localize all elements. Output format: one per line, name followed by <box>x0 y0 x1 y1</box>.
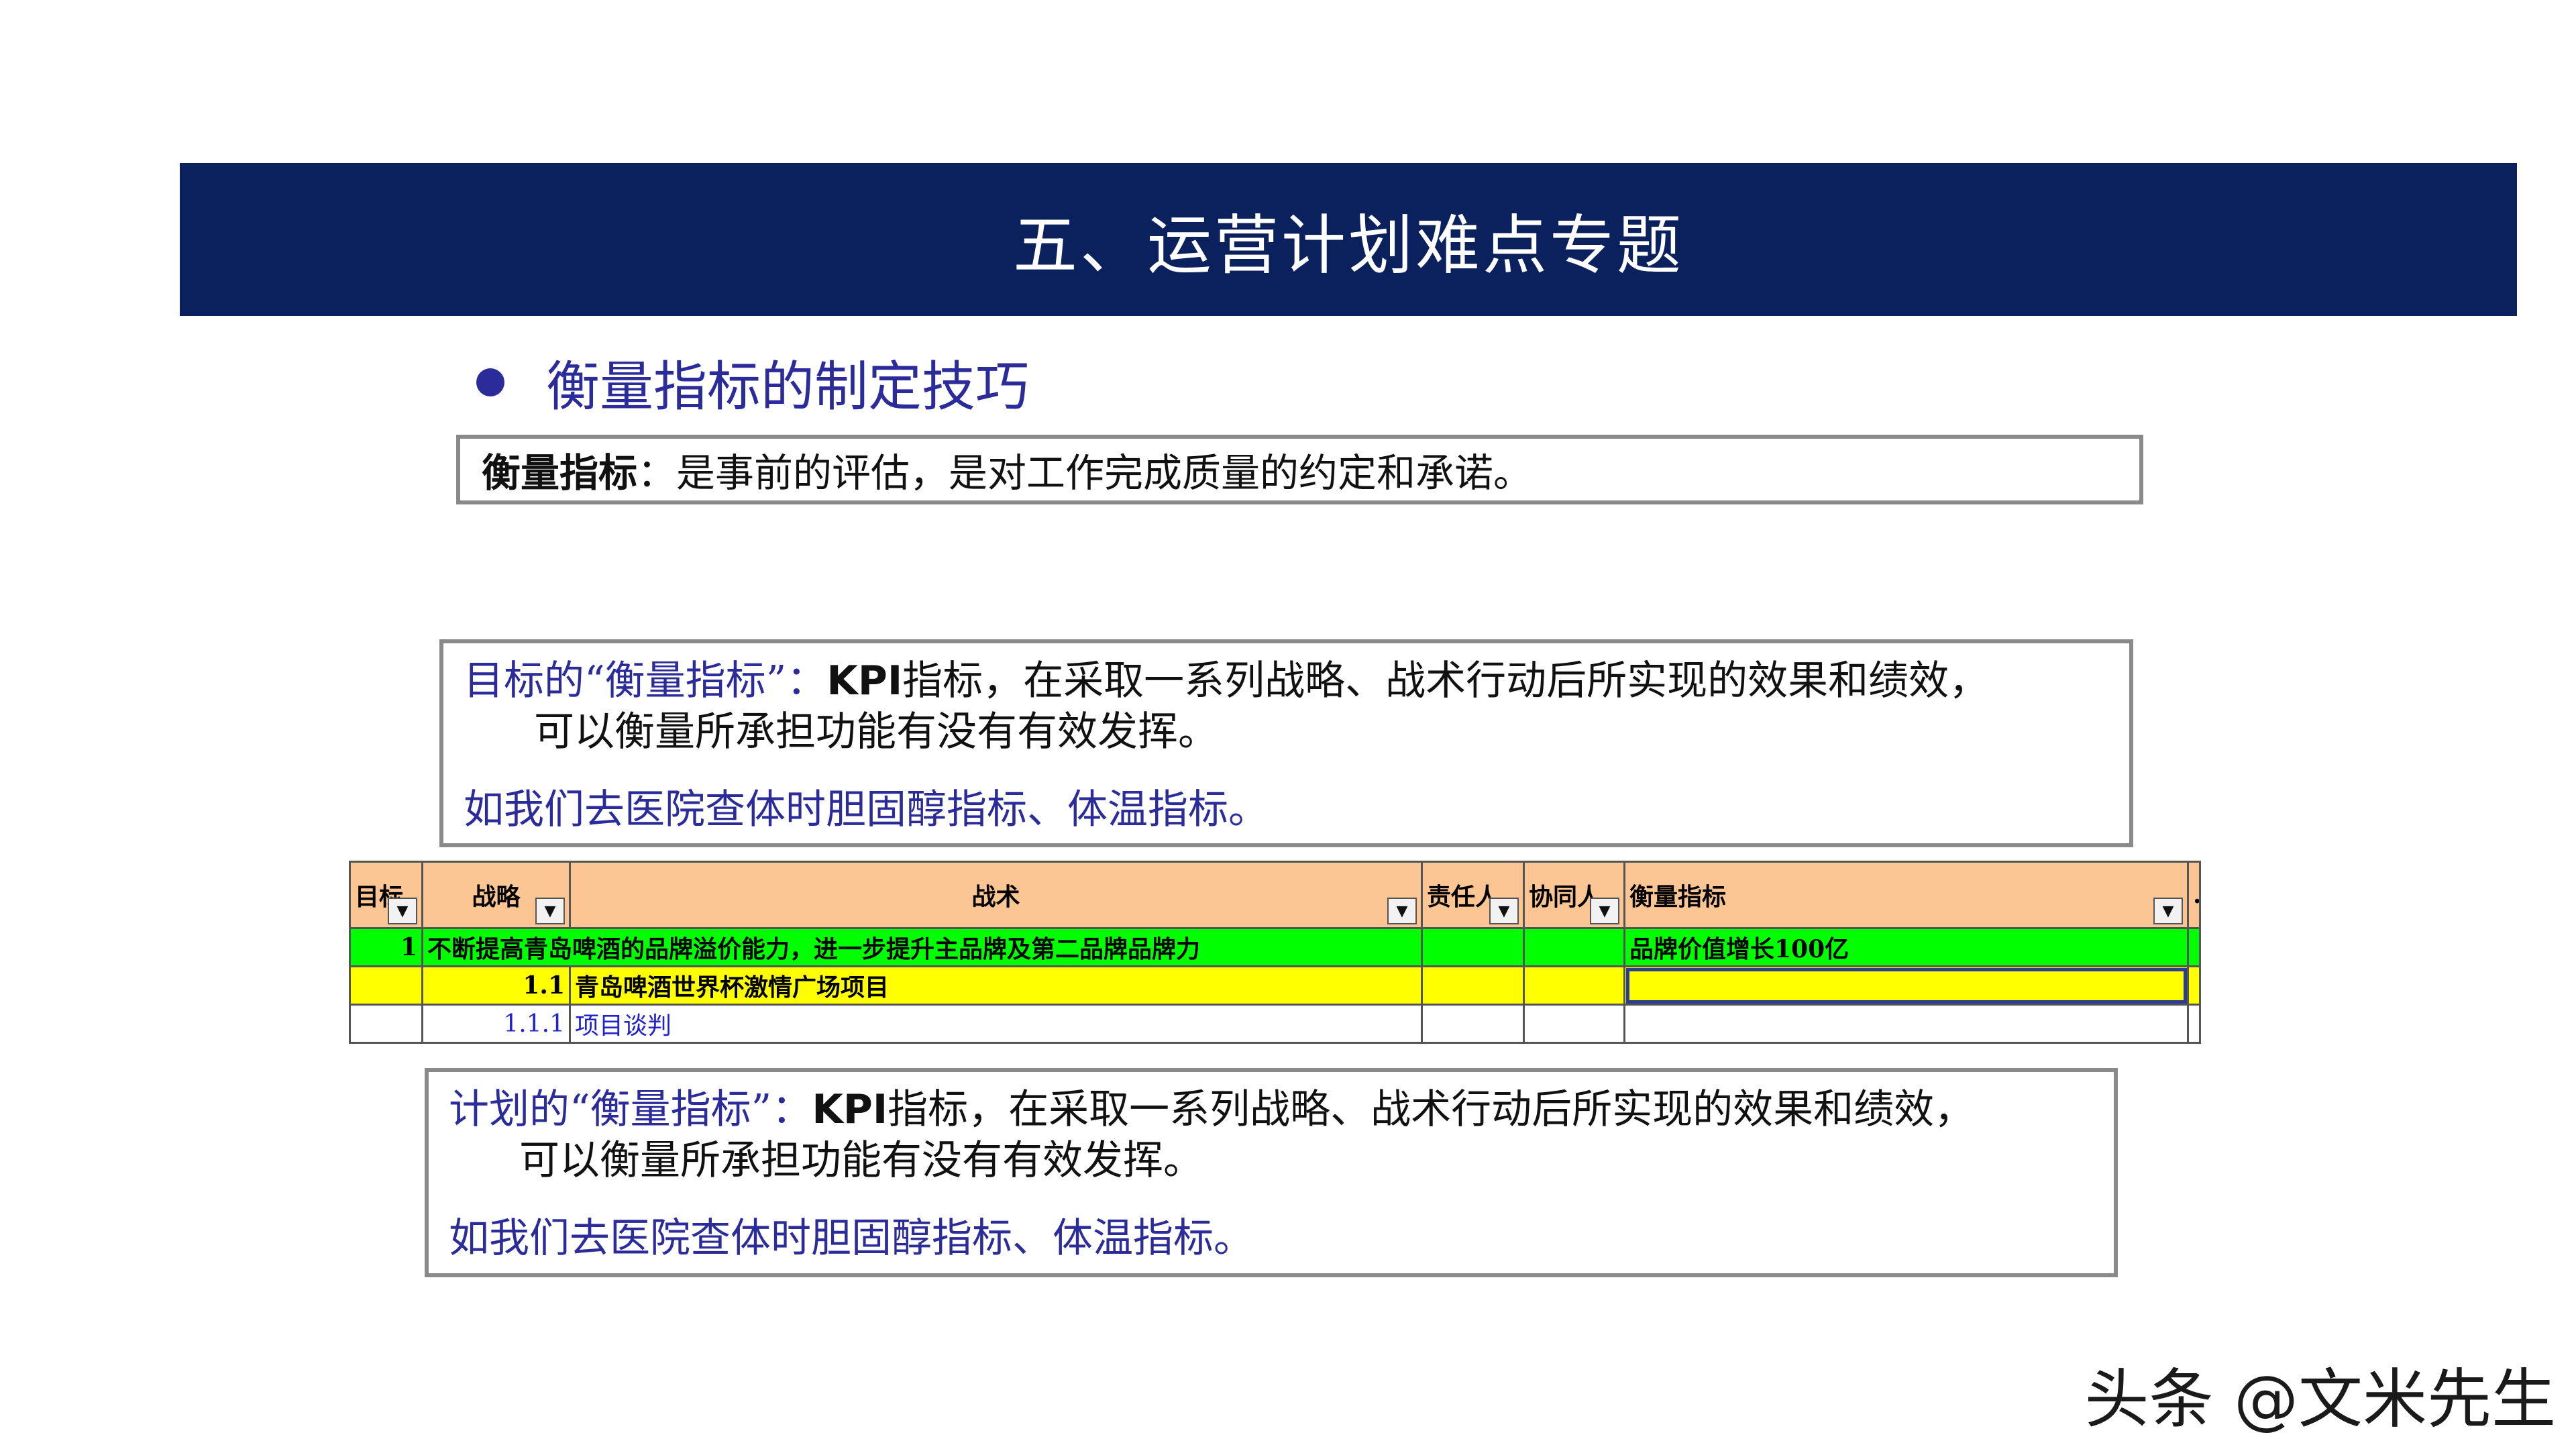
plan-measure-example: 如我们去医院查体时胆固醇指标、体温指标。 <box>449 1215 1254 1262</box>
row-number[interactable]: 1.1.1 <box>421 1004 571 1044</box>
goal-measure-desc: 指标，在采取一系列战略、战术行动后所实现的效果和绩效， <box>902 657 1990 704</box>
table-row: 1.1.1 项目谈判 <box>349 1004 2201 1044</box>
row-content[interactable]: 项目谈判 <box>569 1004 1423 1044</box>
row-content[interactable]: 青岛啤酒世界杯激情广场项目 <box>569 965 1423 1006</box>
col-header-tactics[interactable]: 战术 ▼ <box>569 861 1423 929</box>
filter-dropdown-icon[interactable]: ▼ <box>535 898 565 924</box>
plan-measure-line2: 可以衡量所承担功能有没有有效发挥。 <box>519 1137 1203 1184</box>
col-header-collaborator[interactable]: 协同人 ▼ <box>1523 861 1625 929</box>
watermark: 头条 @文米先生 <box>2084 1362 2556 1437</box>
measure-cell[interactable] <box>1623 1004 2189 1044</box>
kpi-spreadsheet: 目标▼ 战略▼ 战术▼ 责任人▼ 协同人▼ 衡量指标▼ … 1 不断提高青岛啤酒… <box>349 861 2201 1049</box>
definition-text: ：是事前的评估，是对工作完成质量的约定和承诺。 <box>637 450 1533 496</box>
definition-box: 衡量指标 ：是事前的评估，是对工作完成质量的约定和承诺。 <box>456 435 2143 504</box>
sheet-header-row: 目标▼ 战略▼ 战术▼ 责任人▼ 协同人▼ 衡量指标▼ … <box>349 861 2201 929</box>
collaborator-cell[interactable] <box>1523 927 1625 967</box>
filter-dropdown-icon[interactable]: ▼ <box>1590 898 1619 924</box>
col-header-owner[interactable]: 责任人 ▼ <box>1421 861 1525 929</box>
goal-kpi-label: KPI <box>826 657 903 704</box>
collaborator-cell[interactable] <box>1523 1004 1625 1044</box>
goal-measure-line2: 可以衡量所承担功能有没有有效发挥。 <box>534 708 1218 755</box>
page-title: 五、运营计划难点专题 <box>1013 207 1684 283</box>
goal-measure-prefix: 目标的“衡量指标”： <box>464 657 827 704</box>
goal-cell[interactable] <box>349 965 423 1006</box>
owner-cell[interactable] <box>1421 927 1525 967</box>
title-banner: 五、运营计划难点专题 <box>180 163 2517 316</box>
col-header-strategy[interactable]: 战略 ▼ <box>421 861 571 929</box>
owner-cell[interactable] <box>1421 1004 1525 1044</box>
filter-dropdown-icon[interactable]: ▼ <box>1387 898 1417 924</box>
col-header-measure[interactable]: 衡量指标 ▼ <box>1623 861 2189 929</box>
table-row: 1.1 青岛啤酒世界杯激情广场项目 <box>349 965 2201 1006</box>
row-content[interactable]: 不断提高青岛啤酒的品牌溢价能力，进一步提升主品牌及第二品牌品牌力 <box>421 927 1423 967</box>
extra-cell[interactable] <box>2187 965 2201 1006</box>
row-number[interactable]: 1 <box>349 927 423 967</box>
goal-cell[interactable] <box>349 1004 423 1044</box>
goal-measure-box: 目标的“衡量指标”：KPI指标，在采取一系列战略、战术行动后所实现的效果和绩效，… <box>439 639 2133 847</box>
plan-measure-prefix: 计划的“衡量指标”： <box>449 1086 812 1133</box>
filter-dropdown-icon[interactable]: ▼ <box>2153 898 2183 924</box>
definition-term: 衡量指标 <box>482 450 638 496</box>
goal-measure-line1: 目标的“衡量指标”：KPI指标，在采取一系列战略、战术行动后所实现的效果和绩效， <box>464 655 2129 706</box>
table-row: 1 不断提高青岛啤酒的品牌溢价能力，进一步提升主品牌及第二品牌品牌力 品牌价值增… <box>349 927 2201 967</box>
extra-cell[interactable] <box>2187 927 2201 967</box>
bullet-dot-icon <box>476 368 504 396</box>
measure-cell[interactable]: 品牌价值增长100亿 <box>1623 927 2189 967</box>
plan-measure-box: 计划的“衡量指标”：KPI指标，在采取一系列战略、战术行动后所实现的效果和绩效，… <box>425 1068 2118 1277</box>
section-heading-text: 衡量指标的制定技巧 <box>546 356 1029 418</box>
collaborator-cell[interactable] <box>1523 965 1625 1006</box>
plan-measure-line1: 计划的“衡量指标”：KPI指标，在采取一系列战略、战术行动后所实现的效果和绩效， <box>449 1084 2114 1135</box>
owner-cell[interactable] <box>1421 965 1525 1006</box>
selected-measure-cell[interactable] <box>1623 965 2189 1006</box>
plan-measure-desc: 指标，在采取一系列战略、战术行动后所实现的效果和绩效， <box>888 1086 1975 1133</box>
filter-dropdown-icon[interactable]: ▼ <box>388 898 417 924</box>
filter-dropdown-icon[interactable]: ▼ <box>1489 898 1519 924</box>
goal-measure-example: 如我们去医院查体时胆固醇指标、体温指标。 <box>464 786 1269 833</box>
section-heading: 衡量指标的制定技巧 <box>476 349 1029 418</box>
row-number[interactable]: 1.1 <box>421 965 571 1006</box>
col-header-goal[interactable]: 目标 ▼ <box>349 861 423 929</box>
col-header-extra[interactable]: … <box>2187 861 2201 929</box>
plan-kpi-label: KPI <box>812 1086 888 1133</box>
extra-cell[interactable] <box>2187 1004 2201 1044</box>
